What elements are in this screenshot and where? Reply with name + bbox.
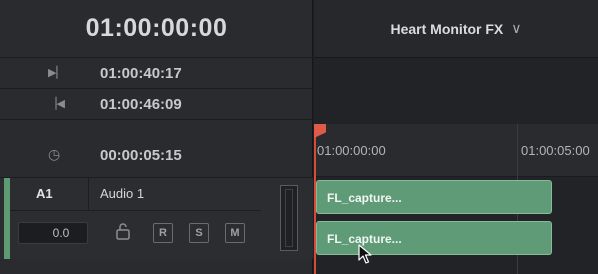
- mute-button[interactable]: M: [225, 223, 245, 243]
- playhead-line[interactable]: [314, 124, 316, 274]
- duration-row: ◷ 00:00:05:15: [0, 120, 313, 178]
- timeline-ruler[interactable]: 01:00:00:00 01:00:05:00: [314, 124, 598, 177]
- audio-track-header[interactable]: A1 Audio 1: [0, 178, 313, 259]
- duration-timecode[interactable]: 00:00:05:15: [100, 147, 182, 164]
- current-timecode[interactable]: 01:00:00:00: [0, 0, 313, 58]
- mark-in-timecode[interactable]: 01:00:40:17: [100, 65, 182, 82]
- timeline-selector[interactable]: Heart Monitor FX ∨: [314, 0, 598, 58]
- audio-clip[interactable]: FL_capture...: [316, 221, 552, 255]
- mark-out-row: ▕◀ 01:00:46:09: [0, 89, 313, 120]
- chevron-down-icon: ∨: [511, 20, 522, 36]
- solo-button[interactable]: S: [189, 223, 209, 243]
- track-panel: 01:00:00:00 ▶▏ 01:00:40:17 ▕◀ 01:00:46:0…: [0, 0, 313, 274]
- track-name[interactable]: Audio 1: [100, 186, 144, 201]
- mark-in-row: ▶▏ 01:00:40:17: [0, 58, 313, 89]
- track-volume-field[interactable]: 0.0: [18, 222, 88, 244]
- ruler-label: 01:00:05:00: [521, 143, 590, 158]
- audio-level-meter: [280, 185, 298, 251]
- mark-out-timecode[interactable]: 01:00:46:09: [100, 96, 182, 113]
- mouse-cursor-icon: [358, 244, 372, 264]
- header-divider-vertical: [88, 178, 89, 210]
- mark-out-icon: ▕◀: [48, 98, 65, 110]
- ruler-label: 01:00:00:00: [317, 143, 386, 158]
- meter-channel: [285, 189, 293, 247]
- audio-clip[interactable]: FL_capture...: [316, 180, 552, 214]
- track-id: A1: [36, 186, 53, 201]
- lock-icon[interactable]: [116, 222, 132, 242]
- record-arm-button[interactable]: R: [153, 223, 173, 243]
- track-color-accent: [4, 178, 10, 259]
- header-divider: [10, 210, 261, 211]
- mark-in-icon: ▶▏: [48, 67, 65, 79]
- clock-icon: ◷: [48, 146, 61, 162]
- timeline-panel: Heart Monitor FX ∨ 01:00:00:00 01:00:05:…: [314, 0, 598, 274]
- timeline-title: Heart Monitor FX: [390, 20, 504, 37]
